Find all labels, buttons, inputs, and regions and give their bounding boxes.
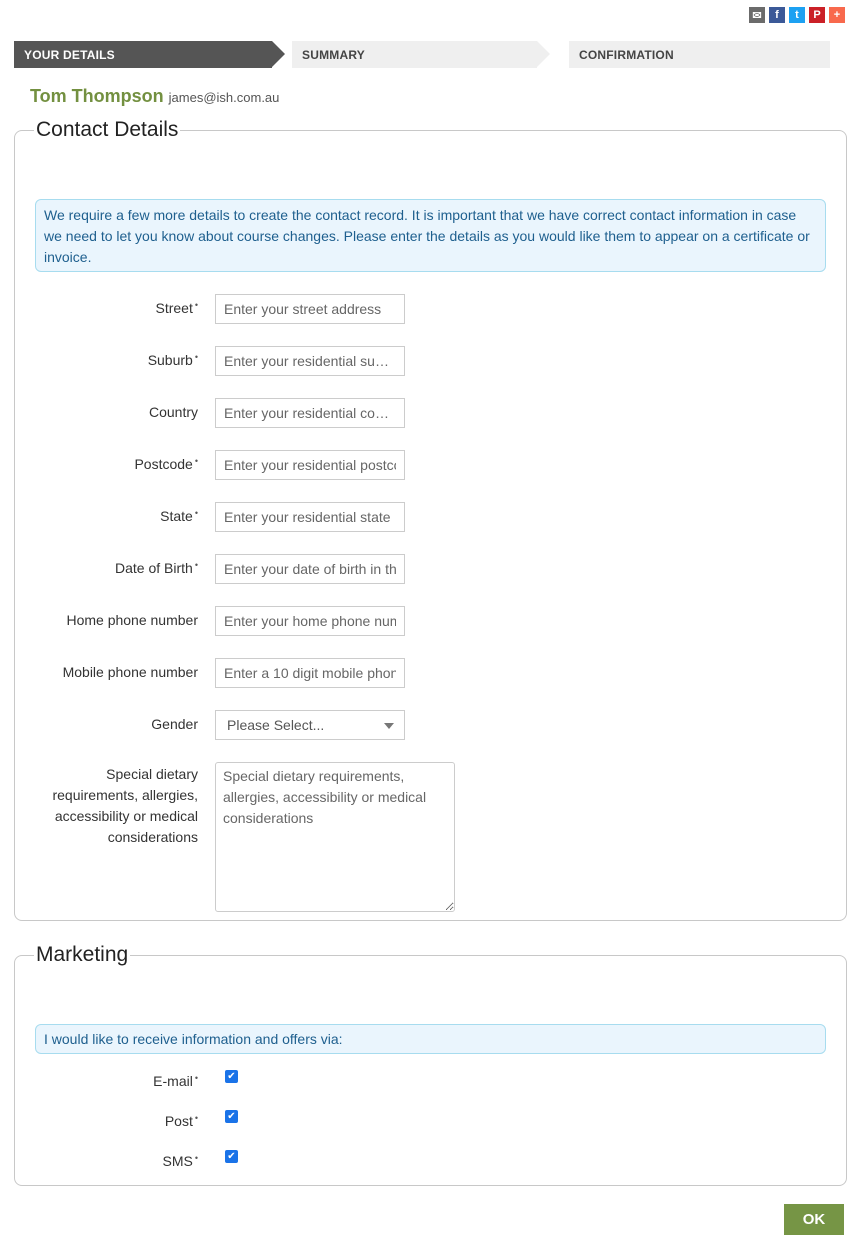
suburb-label: Suburb • [147,352,198,368]
email-option-label: E-mail • [153,1073,198,1089]
home-phone-input[interactable] [215,606,405,636]
special-requirements-label: Special dietary requirements, allergies,… [52,766,198,845]
required-marker: • [194,300,198,310]
country-row: Country [15,398,848,428]
gender-selected-value: Please Select... [227,717,325,733]
step-confirmation: Confirmation [569,41,830,68]
street-label: Street • [155,300,198,316]
sms-option-row: SMS • ✔ [15,1150,848,1170]
dob-row: Date of Birth • [15,554,848,584]
chevron-down-icon [384,723,394,729]
email-share-icon[interactable]: ✉ [749,7,765,23]
contact-details-section: Contact Details We require a few more de… [14,118,847,921]
required-marker: • [194,352,198,362]
required-marker: • [194,1113,198,1123]
gender-row: Gender Please Select... [15,710,848,740]
country-input[interactable] [215,398,405,428]
user-email: james@ish.com.au [168,90,280,105]
facebook-share-icon[interactable]: f [769,7,785,23]
required-marker: • [194,508,198,518]
special-requirements-row: Special dietary requirements, allergies,… [15,762,848,912]
email-checkbox[interactable]: ✔ [225,1070,238,1083]
home-phone-row: Home phone number [15,606,848,636]
suburb-row: Suburb • [15,346,848,376]
sms-option-label: SMS • [162,1153,199,1169]
mobile-phone-label: Mobile phone number [62,664,198,680]
step-summary: Summary [292,41,550,68]
home-phone-label: Home phone number [66,612,198,628]
email-option-row: E-mail • ✔ [15,1070,848,1090]
street-row: Street • [15,294,848,324]
post-option-row: Post • ✔ [15,1110,848,1130]
dob-input[interactable] [215,554,405,584]
marketing-legend: Marketing [36,943,129,966]
post-option-label: Post • [164,1113,198,1129]
mobile-phone-row: Mobile phone number [15,658,848,688]
required-marker: • [194,1073,198,1083]
street-input[interactable] [215,294,405,324]
required-marker: • [194,560,198,570]
gender-select[interactable]: Please Select... [215,710,405,740]
postcode-label: Postcode • [134,456,198,472]
checkout-steps: Your Details Summary Confirmation [14,41,830,68]
special-requirements-textarea[interactable] [215,762,455,912]
marketing-info-message: I would like to receive information and … [35,1024,826,1054]
share-bar: ✉ f t P + [749,7,845,23]
marketing-section: Marketing I would like to receive inform… [14,943,847,1186]
user-info: Tom Thompson james@ish.com.au [30,86,279,107]
mobile-phone-input[interactable] [215,658,405,688]
sms-checkbox[interactable]: ✔ [225,1150,238,1163]
postcode-input[interactable] [215,450,405,480]
contact-info-message: We require a few more details to create … [35,199,826,272]
post-checkbox[interactable]: ✔ [225,1110,238,1123]
required-marker: • [194,1153,198,1163]
postcode-row: Postcode • [15,450,848,480]
ok-button[interactable]: OK [784,1204,844,1235]
country-label: Country [148,404,198,420]
more-share-icon[interactable]: + [829,7,845,23]
pinterest-share-icon[interactable]: P [809,7,825,23]
gender-label: Gender [151,716,198,732]
step-your-details: Your Details [14,41,285,68]
state-input[interactable] [215,502,405,532]
state-row: State • [15,502,848,532]
suburb-input[interactable] [215,346,405,376]
dob-label: Date of Birth • [115,560,198,576]
twitter-share-icon[interactable]: t [789,7,805,23]
user-name: Tom Thompson [30,86,164,106]
state-label: State • [160,508,198,524]
required-marker: • [194,456,198,466]
contact-details-legend: Contact Details [36,118,179,141]
